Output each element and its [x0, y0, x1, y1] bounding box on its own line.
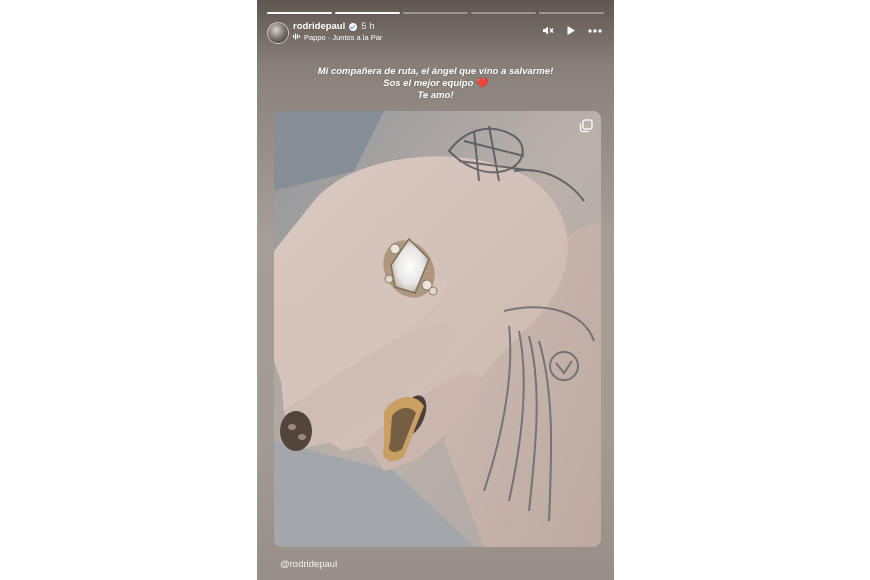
verified-badge-icon [349, 22, 358, 31]
avatar[interactable] [267, 22, 289, 44]
multiple-photos-icon [579, 119, 593, 133]
story-caption: Mi compañera de ruta, el ángel que vino … [257, 66, 614, 102]
hands-with-ring-photo [274, 111, 601, 547]
user-line: rodridepaul 5 h [293, 21, 374, 32]
play-icon[interactable] [566, 25, 576, 36]
progress-segment [267, 12, 332, 14]
progress-segment [403, 12, 468, 14]
footer-handle: @rodridepaul [280, 559, 338, 570]
post-time: 5 h [361, 21, 375, 32]
heart-emoji-icon: ❤️ [476, 78, 488, 89]
story-photo[interactable] [274, 111, 601, 547]
story-controls [542, 25, 602, 36]
story-progress-bar [267, 12, 604, 14]
caption-line: Mi compañera de ruta, el ángel que vino … [317, 66, 554, 77]
story-viewer: rodridepaul 5 h Pappo · Juntos a la Par [257, 0, 614, 580]
music-line[interactable]: Pappo · Juntos a la Par [293, 33, 382, 42]
username[interactable]: rodridepaul [293, 21, 345, 32]
caption-line: Te amo! [417, 90, 454, 101]
progress-segment [335, 12, 400, 14]
audio-wave-icon [293, 33, 301, 42]
mute-icon[interactable] [542, 25, 554, 36]
more-icon[interactable] [588, 28, 602, 33]
story-header: rodridepaul 5 h Pappo · Juntos a la Par [267, 20, 604, 46]
music-title: Pappo · Juntos a la Par [304, 33, 383, 42]
progress-segment [471, 12, 536, 14]
progress-segment [539, 12, 604, 14]
caption-line: Sos el mejor equipo ❤️ [383, 78, 488, 89]
